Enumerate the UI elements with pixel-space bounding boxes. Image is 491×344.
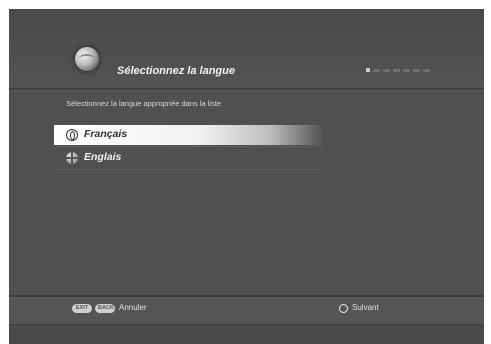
step-dot [423, 69, 430, 72]
step-dot-active [366, 68, 370, 72]
footer-bottom-band [9, 324, 484, 344]
language-option-label: Français [84, 128, 128, 140]
header-divider [9, 88, 484, 91]
cancel-label[interactable]: Annuler [119, 303, 147, 312]
list-divider [54, 146, 324, 147]
step-dot [413, 69, 420, 72]
step-dot [393, 69, 400, 72]
ring-icon [66, 129, 78, 141]
ok-ring-icon[interactable] [339, 304, 348, 313]
step-dot [403, 69, 410, 72]
list-divider [54, 169, 324, 170]
language-option-francais[interactable]: Français [54, 125, 324, 145]
step-progress-indicator [366, 68, 430, 72]
language-selection-screen: Sélectionnez la langue Sélectionnez la l… [9, 9, 484, 344]
step-dot [373, 69, 380, 72]
next-label[interactable]: Suivant [352, 303, 379, 312]
instruction-text: Sélectionnez la langue appropriée dans l… [66, 99, 222, 108]
header-bar: Sélectionnez la langue [9, 9, 484, 88]
globe-icon [75, 47, 99, 71]
page-title: Sélectionnez la langue [117, 65, 235, 77]
step-dot [383, 69, 390, 72]
language-option-englais[interactable]: Englais [54, 148, 324, 168]
globe-icon [66, 152, 78, 164]
exit-key-button[interactable]: EXIT [72, 304, 92, 313]
language-option-label: Englais [84, 151, 122, 163]
back-key-button[interactable]: BACK [95, 304, 115, 313]
